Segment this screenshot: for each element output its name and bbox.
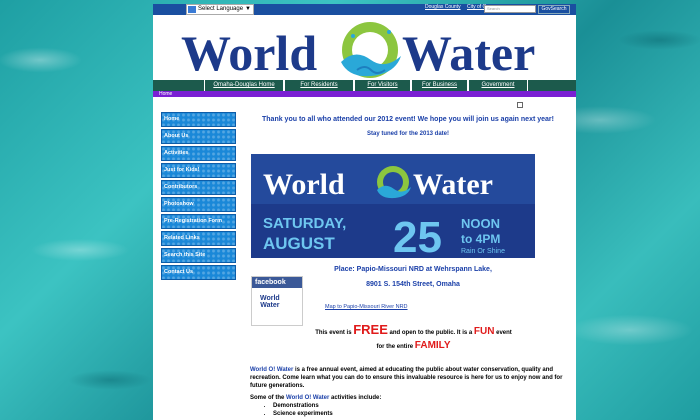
banner-rain: Rain Or Shine (461, 248, 505, 255)
activities-intro: Some of the World O! Water activities in… (250, 395, 568, 401)
sidebar-item-home[interactable]: Home (161, 112, 236, 127)
facebook-logo-line1: World (260, 295, 280, 302)
facebook-logo-thumb: World Water (260, 295, 280, 309)
top-utility-bar: Select Language ▼ Douglas County City of… (153, 4, 576, 15)
thanks-message: Thank you to all who attended our 2012 e… (262, 116, 554, 123)
list-item: Science experiments (273, 410, 333, 418)
desc-event-name: World O! Water (250, 367, 294, 373)
sidebar-item-photoshow[interactable]: Photoshow (161, 197, 236, 212)
nav-for-residents[interactable]: For Residents (284, 80, 354, 91)
event-description: World O! Water is a free annual event, a… (250, 366, 568, 390)
banner-time1: NOON (461, 216, 500, 231)
stay-tuned-message: Stay tuned for the 2013 date! (366, 131, 450, 137)
douglas-county-link[interactable]: Douglas County (425, 4, 461, 11)
free-event-line: This event is FREE and open to the publi… (251, 322, 576, 337)
event-address: 8901 S. 154th Street, Omaha (366, 281, 460, 288)
banner-month: AUGUST (263, 234, 335, 253)
nav-for-business[interactable]: For Business (411, 80, 468, 91)
free-mid-text: and open to the public. It is a (387, 330, 474, 336)
logo-text-left: World (181, 25, 317, 81)
desc-text: is a free annual event, aimed at educati… (250, 367, 563, 389)
sidebar-item-activities[interactable]: Activities (161, 146, 236, 161)
google-translate-icon (188, 6, 196, 13)
sidebar-item-search[interactable]: Search this Site (161, 248, 236, 263)
fun-word: FUN (473, 326, 495, 337)
sidebar-item-just-for-kids[interactable]: Just for Kids! (161, 163, 236, 178)
sidebar-item-contact-us[interactable]: Contact Us (161, 265, 236, 280)
entire-text: for the entire (376, 344, 415, 350)
facebook-header: facebook (252, 277, 302, 288)
language-label: Select Language (198, 6, 244, 12)
svg-text:Water: Water (413, 168, 493, 201)
list-item: Demonstrations (273, 402, 333, 410)
nav-government[interactable]: Government (468, 80, 528, 91)
free-post-text: event (494, 330, 512, 336)
event-banner: World Water SATURDAY, AUGUST 25 NOON to … (251, 154, 535, 258)
banner-date: 25 (393, 213, 442, 258)
facebook-logo-line2: Water (260, 302, 280, 309)
activities-list: Demonstrations Science experiments (263, 402, 333, 418)
gov-search-button[interactable]: GovSearch (538, 5, 570, 14)
svg-text:World: World (263, 168, 345, 201)
breadcrumb-home[interactable]: Home (159, 91, 172, 97)
sidebar-item-pre-registration[interactable]: Pre-Registration Form (161, 214, 236, 229)
search-input[interactable]: Search (484, 5, 536, 13)
free-word: FREE (353, 322, 388, 337)
print-icon[interactable] (517, 102, 523, 108)
acts-pre: Some of the (250, 395, 287, 401)
sidebar: Home About Us Activities Just for Kids! … (161, 112, 236, 282)
family-word: FAMILY (414, 340, 451, 351)
logo-text-right: Water (402, 25, 535, 81)
sidebar-item-related-links[interactable]: Related Links (161, 231, 236, 246)
breadcrumb: Home (153, 91, 576, 97)
sidebar-item-contributors[interactable]: Contributors (161, 180, 236, 195)
acts-post: activities include: (329, 395, 382, 401)
page-container: Select Language ▼ Douglas County City of… (153, 4, 576, 420)
family-line: for the entire FAMILY (251, 340, 576, 351)
acts-event-name: World O! Water (286, 395, 330, 401)
event-place: Place: Papio-Missouri NRD at Wehrspann L… (334, 266, 492, 273)
main-navigation: Omaha-Douglas Home For Residents For Vis… (153, 80, 576, 91)
nav-omaha-douglas-home[interactable]: Omaha-Douglas Home (204, 80, 284, 91)
map-link[interactable]: Map to Papio-Missouri River NRD (325, 304, 408, 310)
facebook-widget[interactable]: facebook World Water (251, 276, 303, 326)
banner-day: SATURDAY, (263, 215, 346, 232)
nav-for-visitors[interactable]: For Visitors (354, 80, 411, 91)
banner-time2: to 4PM (461, 232, 500, 246)
language-select[interactable]: Select Language ▼ (186, 4, 254, 15)
sidebar-item-about-us[interactable]: About Us (161, 129, 236, 144)
world-o-water-logo[interactable]: World Water (181, 18, 551, 82)
free-pre-text: This event is (315, 330, 354, 336)
chevron-down-icon: ▼ (245, 6, 251, 12)
